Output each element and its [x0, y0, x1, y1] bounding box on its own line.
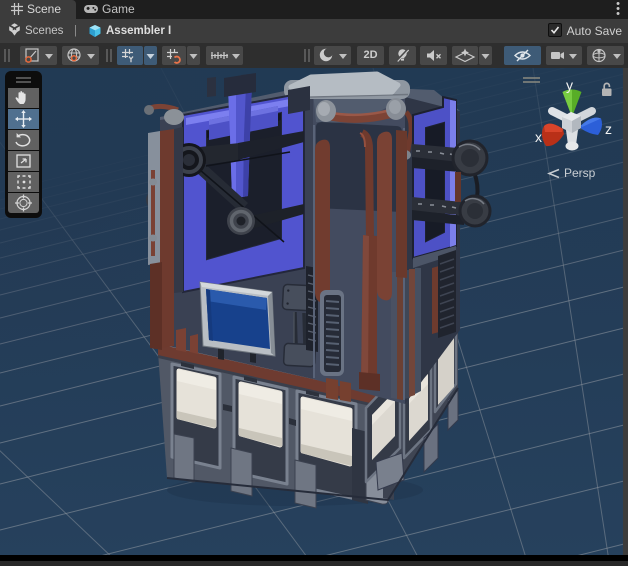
svg-text:y: y [566, 77, 573, 93]
svg-text:x: x [535, 129, 542, 145]
svg-text:z: z [605, 121, 612, 137]
